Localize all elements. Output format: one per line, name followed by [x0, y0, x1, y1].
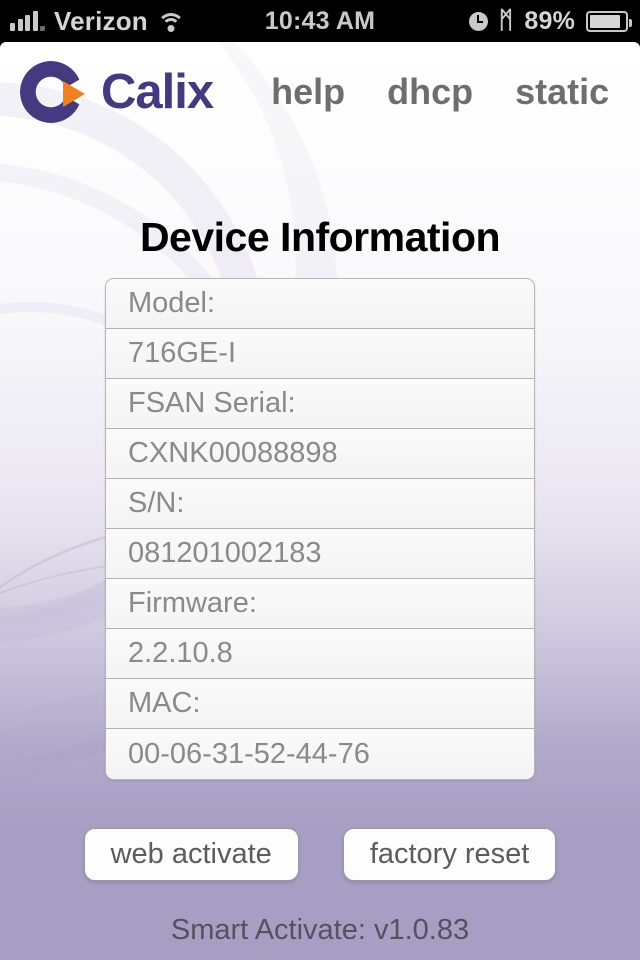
web-activate-button[interactable]: web activate: [83, 828, 299, 881]
table-row: 716GE-I: [106, 329, 534, 379]
battery-icon: [586, 10, 632, 32]
table-row: FSAN Serial:: [106, 379, 534, 429]
factory-reset-button[interactable]: factory reset: [342, 828, 557, 881]
table-row: 081201002183: [106, 529, 534, 579]
nav-link-static[interactable]: static: [515, 71, 609, 113]
device-info-table: Model: 716GE-I FSAN Serial: CXNK00088898…: [105, 278, 535, 780]
battery-percent-label: 89%: [524, 6, 575, 35]
status-bar-right: ᛗ 89%: [468, 0, 632, 42]
version-label: Smart Activate: v1.0.83: [170, 914, 470, 946]
phone-screen: Verizon 10:43 AM ᛗ 89% Calix help dhcp s…: [0, 0, 640, 960]
calix-logo-icon: [20, 61, 94, 123]
main-nav: help dhcp static: [271, 71, 609, 113]
nav-link-help[interactable]: help: [271, 71, 345, 113]
page-title: Device Information: [139, 214, 501, 260]
status-bar: Verizon 10:43 AM ᛗ 89%: [0, 0, 640, 42]
main-content: Device Information Model: 716GE-I FSAN S…: [0, 214, 640, 947]
brand-logo[interactable]: Calix: [20, 61, 214, 123]
nav-link-dhcp[interactable]: dhcp: [387, 71, 473, 113]
table-row: CXNK00088898: [106, 429, 534, 479]
bluetooth-icon: ᛗ: [498, 7, 514, 34]
table-row: 00-06-31-52-44-76: [106, 729, 534, 779]
browser-viewport: Calix help dhcp static Device Informatio…: [0, 42, 640, 960]
action-buttons: web activate factory reset: [0, 828, 640, 881]
table-row: 2.2.10.8: [106, 629, 534, 679]
table-row: Model:: [106, 279, 534, 329]
table-row: Firmware:: [106, 579, 534, 629]
brand-name: Calix: [101, 65, 214, 119]
table-row: MAC:: [106, 679, 534, 729]
clock-label: 10:43 AM: [264, 6, 376, 35]
alarm-clock-icon: [468, 11, 488, 31]
app-header: Calix help dhcp static: [0, 42, 640, 142]
table-row: S/N:: [106, 479, 534, 529]
